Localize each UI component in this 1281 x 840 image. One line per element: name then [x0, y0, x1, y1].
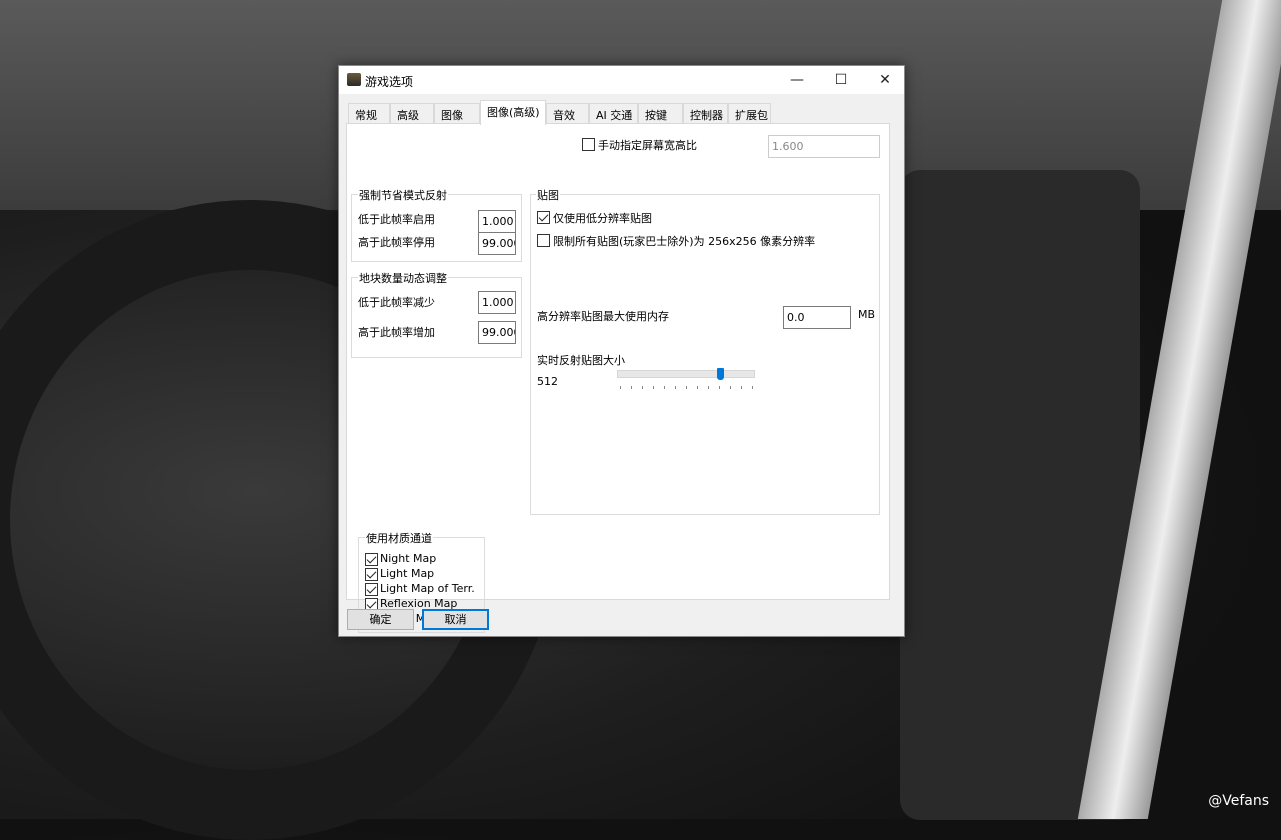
mem-unit: MB [858, 308, 876, 321]
reflection-size-value: 512 [537, 375, 558, 388]
slider-tick [631, 386, 632, 389]
reflection-size-label: 实时反射贴图大小 [537, 354, 625, 367]
material-label: Light Map of Terr. [380, 582, 475, 595]
low-res-checkbox[interactable] [537, 211, 550, 224]
tab-general[interactable]: 常规 [348, 103, 390, 124]
material-label: Light Map [380, 567, 435, 580]
slider-tick [686, 386, 687, 389]
tab-panel: 手动指定屏幕宽高比 1.600 强制节省模式反射 低于此帧率启用 1.000 高… [346, 123, 890, 633]
reflection-enable-label: 低于此帧率启用 [358, 213, 435, 226]
aspect-ratio-input[interactable]: 1.600 [768, 135, 880, 158]
slider-tick [741, 386, 742, 389]
tiles-group-title: 地块数量动态调整 [358, 270, 448, 286]
window-title: 游戏选项 [365, 75, 414, 89]
watermark: @Vefans [1208, 793, 1269, 809]
tiles-group: 地块数量动态调整 低于此帧率减少 1.000 高于此帧率增加 99.000 [351, 270, 522, 358]
materials-group-title: 使用材质通道 [365, 530, 433, 546]
maximize-button[interactable]: ☐ [819, 66, 863, 94]
reflection-disable-input[interactable]: 99.000 [478, 232, 516, 255]
reflection-disable-label: 高于此帧率停用 [358, 236, 435, 249]
title-bar: 游戏选项 — ☐ ✕ [339, 66, 904, 94]
tab-graphics[interactable]: 图像 [434, 103, 480, 124]
minimize-button[interactable]: — [775, 66, 819, 94]
slider-tick [642, 386, 643, 389]
tab-graphics-advanced[interactable]: 图像(高级) [480, 100, 546, 125]
textures-group: 贴图 仅使用低分辨率贴图 限制所有贴图(玩家巴士除外)为 256x256 像素分… [530, 187, 880, 515]
tiles-increase-label: 高于此帧率增加 [358, 326, 435, 339]
tab-advanced[interactable]: 高级 [390, 103, 434, 124]
material-checkbox[interactable] [365, 568, 378, 581]
slider-tick [708, 386, 709, 389]
low-res-label: 仅使用低分辨率贴图 [553, 212, 652, 225]
slider-tick [730, 386, 731, 389]
material-label: Night Map [380, 552, 437, 565]
tab-controllers[interactable]: 控制器 [683, 103, 728, 124]
game-options-dialog: 游戏选项 — ☐ ✕ 常规 高级 图像 图像(高级) 音效 AI 交通 按键 控… [338, 65, 905, 637]
reflection-group: 强制节省模式反射 低于此帧率启用 1.000 高于此帧率停用 99.000 [351, 187, 522, 262]
reflection-enable-input[interactable]: 1.000 [478, 210, 516, 233]
tab-keys[interactable]: 按键 [638, 103, 683, 124]
slider-tick [752, 386, 753, 389]
slider-tick [653, 386, 654, 389]
mem-input[interactable]: 0.0 [783, 306, 851, 329]
slider-tick [620, 386, 621, 389]
tiles-increase-input[interactable]: 99.000 [478, 321, 516, 344]
slider-tick [664, 386, 665, 389]
reflection-group-title: 强制节省模式反射 [358, 187, 448, 203]
limit-256-label: 限制所有贴图(玩家巴士除外)为 256x256 像素分辨率 [553, 235, 816, 248]
tiles-reduce-label: 低于此帧率减少 [358, 296, 435, 309]
slider-track[interactable] [617, 368, 755, 380]
close-button[interactable]: ✕ [863, 66, 907, 94]
ok-button[interactable]: 确定 [347, 609, 414, 630]
bus-app-icon [347, 73, 361, 86]
limit-256-checkbox[interactable] [537, 234, 550, 247]
slider-thumb[interactable] [717, 368, 724, 380]
cancel-button[interactable]: 取消 [422, 609, 489, 630]
tab-ai-traffic[interactable]: AI 交通 [589, 103, 638, 124]
material-checkbox[interactable] [365, 583, 378, 596]
slider-tick [697, 386, 698, 389]
material-checkbox[interactable] [365, 553, 378, 566]
aspect-ratio-checkbox[interactable] [582, 138, 595, 151]
slider-tick [719, 386, 720, 389]
tab-addons[interactable]: 扩展包 [728, 103, 771, 124]
textures-group-title: 贴图 [536, 187, 560, 203]
tab-sound[interactable]: 音效 [546, 103, 589, 124]
slider-tick [675, 386, 676, 389]
aspect-ratio-label: 手动指定屏幕宽高比 [598, 139, 697, 152]
mem-label: 高分辨率贴图最大使用内存 [537, 310, 669, 323]
tiles-reduce-input[interactable]: 1.000 [478, 291, 516, 314]
